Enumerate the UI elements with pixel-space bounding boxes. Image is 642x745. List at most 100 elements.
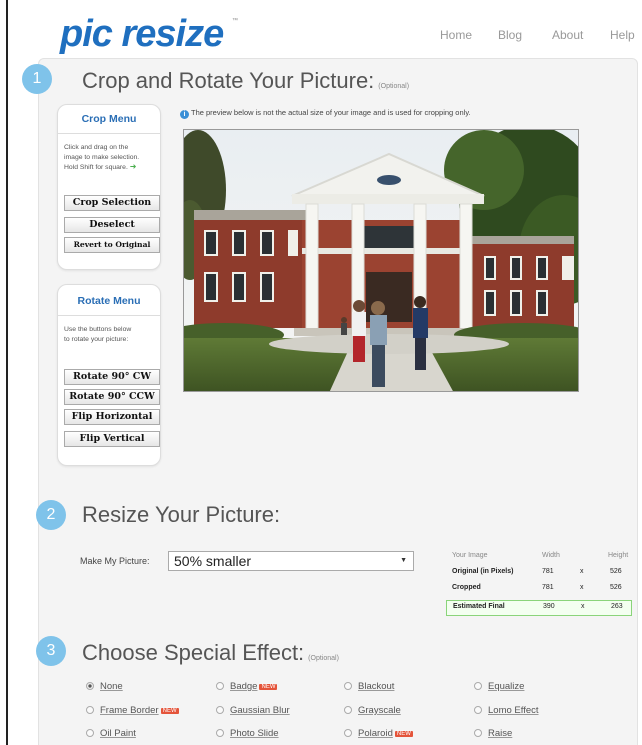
- radio-icon[interactable]: [86, 706, 94, 714]
- crop-menu-instructions: Click and drag on the image to make sele…: [64, 143, 160, 173]
- effect-frame-border-option[interactable]: Frame Border NEW: [86, 705, 179, 716]
- row-width: 390: [543, 603, 555, 610]
- radio-icon[interactable]: [474, 706, 482, 714]
- crop-desc-line3: Hold Shift for square.: [64, 164, 128, 171]
- radio-icon[interactable]: [86, 682, 94, 690]
- row-times: x: [580, 568, 584, 575]
- effect-label: Badge: [230, 681, 258, 692]
- rotate-desc-line2: to rotate your picture:: [64, 335, 129, 343]
- effect-photo-slide-option[interactable]: Photo Slide: [216, 728, 279, 739]
- radio-icon[interactable]: [344, 706, 352, 714]
- step-1-badge: 1: [22, 64, 52, 94]
- effect-label: Lomo Effect: [488, 705, 539, 716]
- radio-icon[interactable]: [344, 729, 352, 737]
- effect-raise-option[interactable]: Raise: [474, 728, 512, 739]
- resize-title: Resize Your Picture:: [82, 502, 281, 527]
- site-header: pic resize ™ Home Blog About Help: [0, 0, 642, 58]
- effect-polaroid-option[interactable]: Polaroid NEW: [344, 728, 413, 739]
- effect-equalize-option[interactable]: Equalize: [474, 681, 524, 692]
- crop-menu-panel: Crop Menu Click and drag on the image to…: [57, 104, 161, 270]
- effect-label: Equalize: [488, 681, 525, 692]
- preview-notice: i The preview below is not the actual siz…: [180, 108, 471, 119]
- new-badge: NEW: [259, 684, 278, 690]
- row-height: 526: [610, 584, 622, 591]
- resize-dropdown[interactable]: 50% smaller ▼: [168, 551, 414, 571]
- step-3-badge: 3: [36, 636, 66, 666]
- effect-label: Photo Slide: [230, 728, 279, 739]
- nav-home[interactable]: Home: [440, 28, 472, 42]
- radio-icon[interactable]: [474, 682, 482, 690]
- table-row-final: Estimated Final 390 x 263: [446, 600, 632, 616]
- trademark-mark: ™: [232, 18, 238, 24]
- crop-desc-line1: Click and drag on the: [64, 144, 129, 151]
- radio-icon[interactable]: [216, 706, 224, 714]
- make-my-picture-label: Make My Picture:: [80, 556, 150, 566]
- effect-none-option[interactable]: None: [86, 681, 123, 692]
- effect-blackout-option[interactable]: Blackout: [344, 681, 394, 692]
- effect-label: None: [100, 681, 123, 692]
- nav-blog[interactable]: Blog: [498, 28, 522, 42]
- crop-menu-title: Crop Menu: [81, 113, 137, 125]
- step-2-badge: 2: [36, 500, 66, 530]
- crop-rotate-title: Crop and Rotate Your Picture: (Optional): [82, 68, 409, 94]
- flip-vertical-button[interactable]: Flip Vertical: [64, 431, 160, 447]
- radio-icon[interactable]: [216, 682, 224, 690]
- flip-horizontal-button[interactable]: Flip Horizontal: [64, 409, 160, 425]
- optional-tag: (Optional): [378, 83, 410, 90]
- row-width: 781: [542, 568, 554, 575]
- optional-tag: (Optional): [308, 655, 339, 662]
- site-logo[interactable]: pic resize: [60, 14, 224, 54]
- nav-about[interactable]: About: [552, 28, 583, 42]
- radio-icon[interactable]: [86, 729, 94, 737]
- dropdown-arrow-icon: ▼: [400, 557, 407, 564]
- row-label: Cropped: [452, 584, 481, 591]
- effect-label: Oil Paint: [100, 728, 136, 739]
- effect-label: Raise: [488, 728, 513, 739]
- rotate-ccw-button[interactable]: Rotate 90° CCW: [64, 389, 160, 405]
- effect-label: Grayscale: [358, 705, 401, 716]
- revert-to-original-button[interactable]: Revert to Original: [64, 237, 160, 253]
- table-row: Original (in Pixels) 781 x 526: [450, 566, 630, 580]
- rotate-desc-line1: Use the buttons below: [64, 326, 132, 333]
- section-title-text: Crop and Rotate Your Picture:: [82, 68, 375, 93]
- effect-oil-paint-option[interactable]: Oil Paint: [86, 728, 136, 739]
- info-icon: i: [180, 110, 189, 119]
- header-your-image: Your Image: [452, 552, 488, 559]
- radio-icon[interactable]: [344, 682, 352, 690]
- effect-lomo-option[interactable]: Lomo Effect: [474, 705, 539, 716]
- table-row: Cropped 781 x 526: [450, 582, 630, 596]
- rotate-menu-instructions: Use the buttons below to rotate your pic…: [64, 325, 160, 344]
- divider: [58, 133, 160, 134]
- header-width: Width: [542, 552, 560, 559]
- arrow-right-icon: ➜: [129, 162, 137, 171]
- effect-label: Blackout: [358, 681, 395, 692]
- rotate-menu-panel: Rotate Menu Use the buttons below to rot…: [57, 284, 161, 466]
- special-effect-title: Choose Special Effect: (Optional): [82, 640, 339, 666]
- crop-selection-button[interactable]: Crop Selection: [64, 195, 160, 211]
- effect-label: Gaussian Blur: [230, 705, 290, 716]
- effect-badge-option[interactable]: Badge NEW: [216, 681, 278, 692]
- effect-gaussian-blur-option[interactable]: Gaussian Blur: [216, 705, 290, 716]
- new-badge: NEW: [394, 731, 413, 737]
- row-height: 526: [610, 568, 622, 575]
- row-width: 781: [542, 584, 554, 591]
- section-title-text: Choose Special Effect:: [82, 640, 305, 665]
- deselect-button[interactable]: Deselect: [64, 217, 160, 233]
- new-badge: NEW: [160, 708, 179, 714]
- divider: [58, 315, 160, 316]
- nav-help[interactable]: Help: [610, 28, 635, 42]
- effect-grayscale-option[interactable]: Grayscale: [344, 705, 401, 716]
- radio-icon[interactable]: [474, 729, 482, 737]
- row-label: Estimated Final: [453, 603, 505, 610]
- rotate-cw-button[interactable]: Rotate 90° CW: [64, 369, 160, 385]
- row-times: x: [581, 603, 585, 610]
- row-label: Original (in Pixels): [452, 568, 514, 575]
- campus-building-photo: [184, 130, 578, 391]
- rotate-menu-title: Rotate Menu: [77, 295, 141, 307]
- table-header-row: Your Image Width Height: [450, 550, 630, 564]
- row-height: 263: [611, 603, 623, 610]
- effect-label: Frame Border: [100, 705, 159, 716]
- image-preview-crop-area[interactable]: [183, 129, 579, 392]
- preview-notice-text: The preview below is not the actual size…: [191, 108, 471, 117]
- radio-icon[interactable]: [216, 729, 224, 737]
